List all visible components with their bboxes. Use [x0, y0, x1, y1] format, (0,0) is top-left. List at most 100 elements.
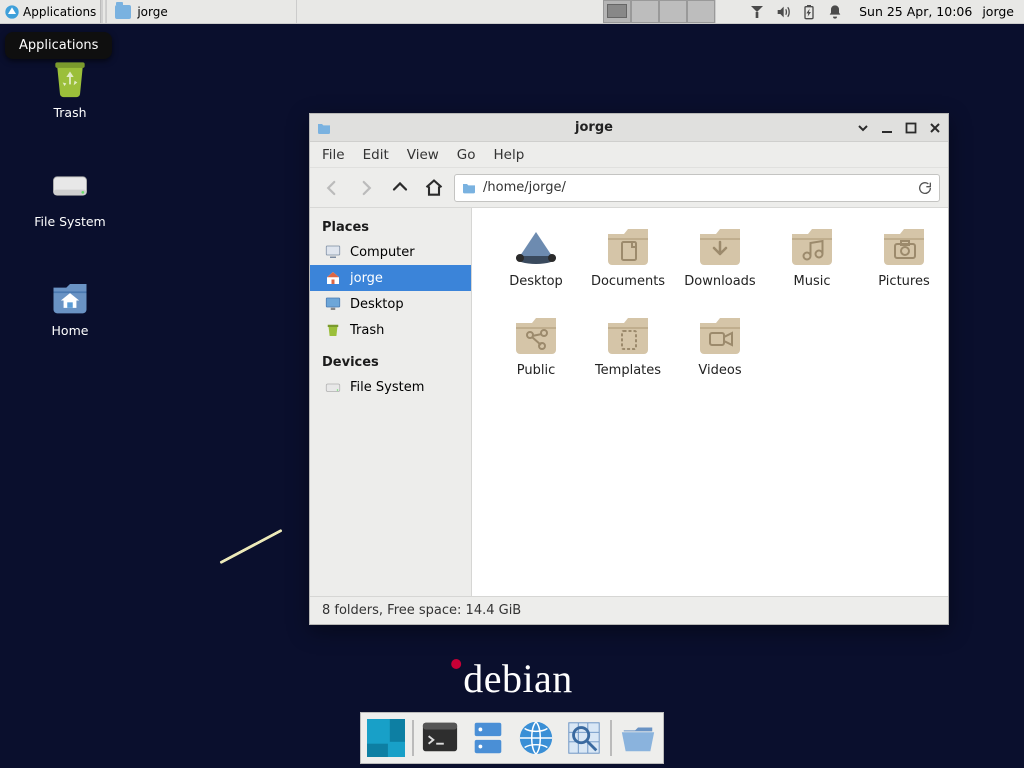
location-path: /home/jorge/ — [483, 180, 566, 195]
folder-label: Documents — [591, 274, 665, 289]
battery-icon[interactable] — [801, 4, 817, 20]
dock-home-folder[interactable] — [616, 716, 660, 760]
clock[interactable]: Sun 25 Apr, 10:06 — [853, 4, 978, 19]
folder-label: Public — [517, 363, 555, 378]
downloads-folder-icon — [694, 222, 746, 268]
folder-view[interactable]: Desktop Documents Downloads Music Pictur… — [472, 208, 948, 596]
desktop-icon-home[interactable]: Home — [30, 273, 110, 338]
templates-folder-icon — [602, 311, 654, 357]
folder-videos[interactable]: Videos — [674, 311, 766, 378]
folder-label: Desktop — [509, 274, 563, 289]
sidebar-item-home[interactable]: jorge — [310, 265, 471, 291]
sidebar-item-trash[interactable]: Trash — [310, 317, 471, 343]
documents-folder-icon — [602, 222, 654, 268]
network-icon[interactable] — [749, 4, 765, 20]
file-manager-icon — [469, 719, 507, 757]
folder-documents[interactable]: Documents — [582, 222, 674, 289]
dock-show-desktop[interactable] — [364, 716, 408, 760]
folder-templates[interactable]: Templates — [582, 311, 674, 378]
dock-separator — [610, 720, 612, 756]
folder-pictures[interactable]: Pictures — [858, 222, 948, 289]
desktop-folder-icon — [510, 222, 562, 268]
xfce-logo-icon — [4, 4, 20, 20]
workspace-switcher[interactable] — [603, 0, 715, 23]
folder-icon — [461, 180, 477, 196]
desktop-icons: Trash File System Home — [30, 55, 110, 338]
sidebar-item-label: jorge — [350, 271, 383, 286]
sidebar-item-label: Computer — [350, 245, 415, 260]
top-panel: Applications jorge Sun 25 Apr, 10:06 jor… — [0, 0, 1024, 24]
sidebar-item-label: Desktop — [350, 297, 404, 312]
folder-icon — [316, 120, 332, 136]
sidebar-item-computer[interactable]: Computer — [310, 239, 471, 265]
close-button[interactable] — [928, 121, 942, 135]
folder-icon — [115, 5, 131, 19]
up-button[interactable] — [386, 174, 414, 202]
sidebar-places-header: Places — [310, 216, 471, 239]
dock-appfinder[interactable] — [562, 716, 606, 760]
menu-help[interactable]: Help — [494, 147, 525, 163]
sidebar-item-desktop[interactable]: Desktop — [310, 291, 471, 317]
folder-desktop[interactable]: Desktop — [490, 222, 582, 289]
home-button[interactable] — [420, 174, 448, 202]
search-icon — [565, 719, 603, 757]
menu-file[interactable]: File — [322, 147, 345, 163]
debian-logo: debian — [451, 655, 573, 702]
window-menu-button[interactable] — [856, 121, 870, 135]
applications-label: Applications — [23, 5, 96, 19]
location-bar[interactable]: /home/jorge/ — [454, 174, 940, 202]
reload-icon[interactable] — [917, 180, 933, 196]
forward-button[interactable] — [352, 174, 380, 202]
panel-handle-right[interactable] — [715, 0, 739, 23]
folder-open-icon — [619, 719, 657, 757]
taskbar-item-filemanager[interactable]: jorge — [107, 0, 297, 23]
applications-menu-button[interactable]: Applications — [0, 0, 101, 23]
dock-browser[interactable] — [514, 716, 558, 760]
folder-label: Music — [794, 274, 831, 289]
desktop-icon-label: Home — [52, 323, 89, 338]
panel-left: Applications jorge — [0, 0, 297, 23]
user-menu[interactable]: jorge — [978, 4, 1024, 19]
sidebar-item-filesystem[interactable]: File System — [310, 374, 471, 400]
notifications-icon[interactable] — [827, 4, 843, 20]
dock-separator — [412, 720, 414, 756]
terminal-icon — [421, 719, 459, 757]
taskbar-item-label: jorge — [137, 5, 167, 19]
volume-icon[interactable] — [775, 4, 791, 20]
folder-label: Templates — [595, 363, 661, 378]
pictures-folder-icon — [878, 222, 930, 268]
sidebar-item-label: Trash — [350, 323, 384, 338]
videos-folder-icon — [694, 311, 746, 357]
statusbar: 8 folders, Free space: 14.4 GiB — [310, 596, 948, 624]
desktop-icon-label: Trash — [53, 105, 86, 120]
dock-files[interactable] — [466, 716, 510, 760]
folder-label: Videos — [698, 363, 741, 378]
workspace-3[interactable] — [659, 0, 687, 23]
public-folder-icon — [510, 311, 562, 357]
folder-label: Pictures — [878, 274, 929, 289]
drive-icon — [48, 164, 92, 208]
window-buttons — [856, 121, 942, 135]
desktop-icon-trash[interactable]: Trash — [30, 55, 110, 120]
desktop-icon-filesystem[interactable]: File System — [30, 164, 110, 229]
maximize-button[interactable] — [904, 121, 918, 135]
menubar: File Edit View Go Help — [310, 142, 948, 168]
menu-edit[interactable]: Edit — [363, 147, 389, 163]
workspace-1[interactable] — [603, 0, 631, 23]
workspace-4[interactable] — [687, 0, 715, 23]
menu-go[interactable]: Go — [457, 147, 476, 163]
workspace-2[interactable] — [631, 0, 659, 23]
folder-public[interactable]: Public — [490, 311, 582, 378]
back-button[interactable] — [318, 174, 346, 202]
file-manager-window: jorge File Edit View Go Help /home/jorge… — [309, 113, 949, 625]
window-titlebar[interactable]: jorge — [310, 114, 948, 142]
menu-view[interactable]: View — [407, 147, 439, 163]
sidebar-devices-header: Devices — [310, 351, 471, 374]
folder-downloads[interactable]: Downloads — [674, 222, 766, 289]
minimize-button[interactable] — [880, 121, 894, 135]
folder-music[interactable]: Music — [766, 222, 858, 289]
fm-body: Places Computer jorge Desktop Trash Devi… — [310, 208, 948, 596]
sidebar-item-label: File System — [350, 380, 424, 395]
status-text: 8 folders, Free space: 14.4 GiB — [322, 603, 521, 618]
dock-terminal[interactable] — [418, 716, 462, 760]
